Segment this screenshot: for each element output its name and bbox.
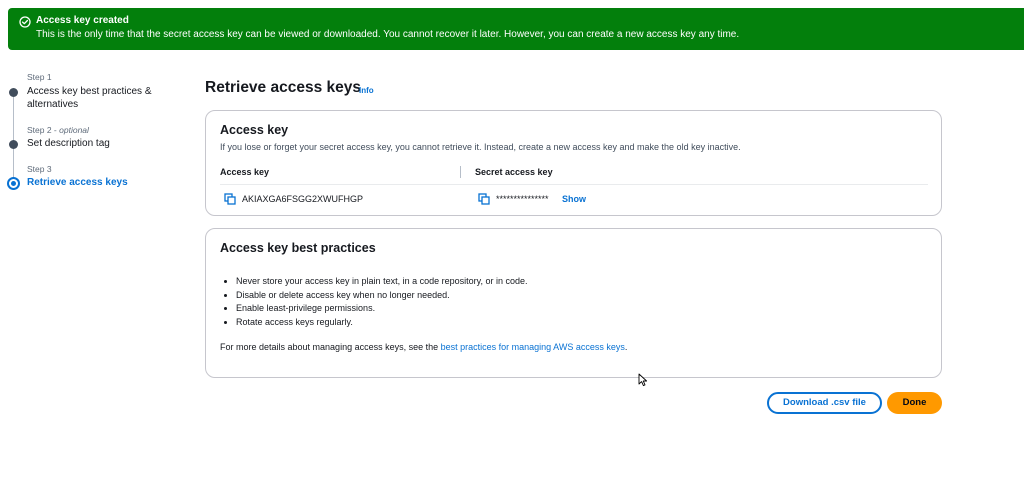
secret-access-key-masked: ***************: [496, 194, 549, 204]
more-details-prefix: For more details about managing access k…: [220, 342, 441, 352]
step-number: Step 1: [27, 72, 52, 82]
access-key-value: AKIAXGA6FSGG2XWUFHGP: [242, 194, 364, 204]
step-number-text: Step 2 -: [27, 125, 60, 135]
step-label: Retrieve access keys: [27, 177, 128, 188]
step-label[interactable]: Access key best practices & alternatives: [27, 85, 177, 111]
access-key-card: Access key If you lose or forget your se…: [205, 110, 942, 216]
show-secret-link[interactable]: Show: [562, 194, 586, 204]
check-circle-icon: [19, 16, 31, 28]
copy-icon[interactable]: [224, 193, 236, 205]
copy-icon[interactable]: [478, 193, 490, 205]
more-details-text: For more details about managing access k…: [220, 342, 627, 352]
best-practices-card: Access key best practices Never store yo…: [205, 228, 942, 378]
step-number: Step 2 - optional: [27, 125, 89, 135]
success-flashbar: Access key created This is the only time…: [8, 8, 1024, 50]
card-title: Access key: [220, 123, 289, 137]
step-active-dot: [7, 177, 20, 190]
card-description: If you lose or forget your secret access…: [220, 142, 741, 152]
list-item: Never store your access key in plain tex…: [236, 275, 527, 289]
best-practices-link[interactable]: best practices for managing AWS access k…: [441, 342, 625, 352]
list-item: Rotate access keys regularly.: [236, 316, 527, 330]
card-title: Access key best practices: [220, 241, 376, 255]
more-details-suffix: .: [624, 342, 628, 352]
step-number: Step 3: [27, 164, 52, 174]
step-label[interactable]: Set description tag: [27, 137, 177, 150]
best-practices-list: Never store your access key in plain tex…: [236, 275, 527, 329]
page-title: Retrieve access keys: [205, 79, 361, 96]
list-item: Disable or delete access key when no lon…: [236, 289, 527, 303]
mouse-cursor-icon: [638, 373, 648, 387]
info-link[interactable]: Info: [359, 86, 374, 95]
column-divider: [460, 166, 461, 178]
download-csv-button[interactable]: Download .csv file: [767, 392, 882, 414]
step-complete-dot: [9, 140, 18, 149]
list-item: Enable least-privilege permissions.: [236, 302, 527, 316]
table-divider: [220, 184, 928, 185]
column-header-access-key: Access key: [220, 167, 270, 177]
banner-message: This is the only time that the secret ac…: [36, 29, 740, 40]
done-button[interactable]: Done: [887, 392, 942, 414]
step-complete-dot: [9, 88, 18, 97]
column-header-secret-access-key: Secret access key: [475, 167, 553, 177]
step-optional-text: optional: [59, 125, 89, 135]
banner-title: Access key created: [36, 15, 129, 26]
